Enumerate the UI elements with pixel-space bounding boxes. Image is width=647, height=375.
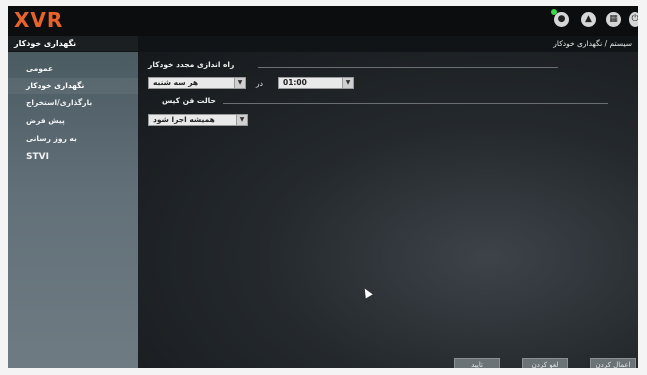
auto-reboot-heading: راه اندازی مجدد خودکار: [148, 60, 235, 69]
section-divider: [258, 67, 558, 68]
sidebar-title: نگهداری خودکار: [8, 36, 138, 51]
apply-button[interactable]: اعمال کردن: [590, 358, 636, 368]
top-bar: XVR ● ▲ ▦ ⏻: [8, 6, 638, 36]
ok-button[interactable]: تایید: [454, 358, 500, 368]
sidebar-item-general[interactable]: عمومی: [8, 61, 138, 77]
case-fan-select[interactable]: همیشه اجرا شود ▼: [148, 114, 248, 126]
reboot-day-value: هر سه شنبه: [153, 78, 199, 87]
sidebar-item-auto-maintenance[interactable]: نگهداری خودکار: [8, 78, 138, 94]
menu-grid-icon[interactable]: ▦: [606, 12, 621, 27]
at-label: در: [256, 79, 263, 88]
chevron-down-icon: ▼: [342, 78, 353, 88]
status-dot-icon: [551, 9, 557, 15]
alarm-icon[interactable]: ▲: [581, 12, 596, 27]
dvr-screen: XVR ● ▲ ▦ ⏻ نگهداری خودکار سیستم / نگهدا…: [8, 6, 638, 368]
cancel-button[interactable]: لغو کردن: [522, 358, 568, 368]
case-fan-heading: حالت فن کیس: [162, 96, 216, 105]
sidebar-item-upgrade[interactable]: به روز رسانی: [8, 131, 138, 147]
main-content: راه اندازی مجدد خودکار هر سه شنبه ▼ در 0…: [138, 52, 638, 368]
section-divider: [223, 103, 608, 104]
live-view-icon[interactable]: ●: [551, 9, 569, 27]
reboot-time-select[interactable]: 01:00 ▼: [278, 77, 354, 89]
sidebar-item-stvi[interactable]: STVI: [8, 149, 138, 165]
sidebar-item-import-export[interactable]: بارگذاری/استخراج: [8, 95, 138, 111]
chevron-down-icon: ▼: [236, 115, 247, 125]
power-icon[interactable]: ⏻: [629, 12, 638, 27]
reboot-day-select[interactable]: هر سه شنبه ▼: [148, 77, 246, 89]
chevron-down-icon: ▼: [234, 78, 245, 88]
sidebar: عمومی نگهداری خودکار بارگذاری/استخراج پی…: [8, 52, 138, 368]
case-fan-value: همیشه اجرا شود: [153, 115, 215, 124]
breadcrumb: سیستم / نگهداری خودکار: [553, 39, 632, 48]
reboot-time-value: 01:00: [283, 78, 307, 87]
sidebar-item-default[interactable]: پیش فرض: [8, 113, 138, 129]
brand-logo: XVR: [14, 8, 64, 32]
